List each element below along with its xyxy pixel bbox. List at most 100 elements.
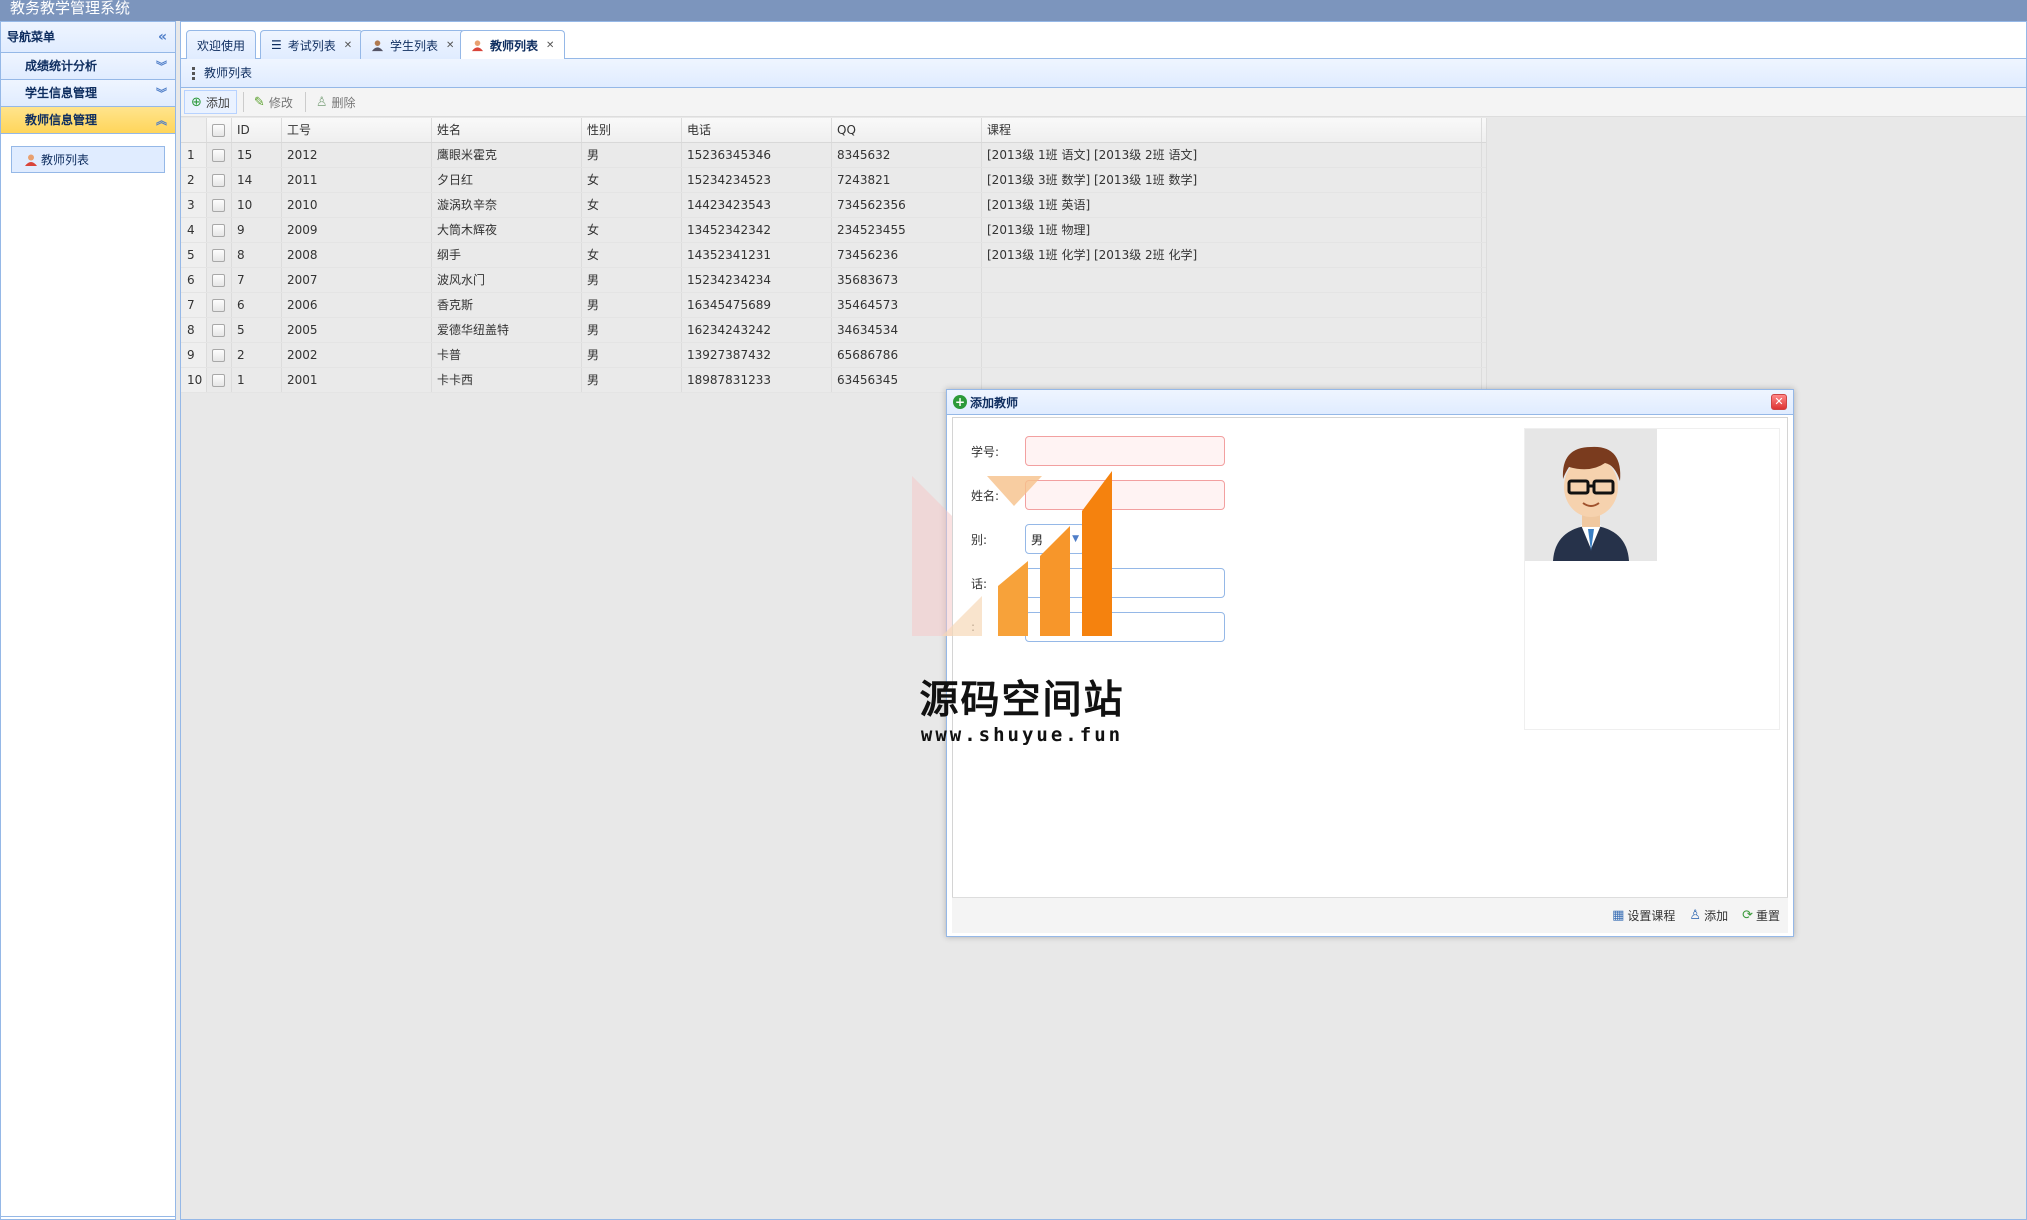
column-header-id[interactable]: ID <box>232 118 282 142</box>
tab-teacher-list[interactable]: 教师列表 ✕ <box>460 30 566 60</box>
table-row[interactable]: 4 9 2009 大筒木辉夜 女 13452342342 234523455 [… <box>181 218 1486 243</box>
form-row-phone: 话: <box>971 568 1225 598</box>
sidebar-group-label: 成绩统计分析 <box>25 59 98 73</box>
column-header-qq[interactable]: QQ <box>832 118 982 142</box>
dialog-title: 添加教师 <box>970 395 1019 410</box>
expand-icon[interactable]: ︾ <box>156 53 167 80</box>
tab-student-list[interactable]: 学生列表 ✕ <box>360 30 466 59</box>
row-checkbox[interactable] <box>207 318 232 342</box>
cell-id: 2 <box>232 343 282 367</box>
table-row[interactable]: 8 5 2005 爱德华纽盖特 男 16234243242 34634534 <box>181 318 1486 343</box>
table-row[interactable]: 2 14 2011 夕日红 女 15234234523 7243821 [201… <box>181 168 1486 193</box>
row-checkbox[interactable] <box>207 193 232 217</box>
cell-gender: 男 <box>582 268 682 292</box>
user-icon <box>471 40 484 52</box>
list-icon: ☰ <box>271 38 282 52</box>
cell-name: 爱德华纽盖特 <box>432 318 582 342</box>
table-row[interactable]: 3 10 2010 漩涡玖辛奈 女 14423423543 734562356 … <box>181 193 1486 218</box>
column-header-number[interactable]: 工号 <box>282 118 432 142</box>
cell-phone: 16234243242 <box>682 318 832 342</box>
expand-icon[interactable]: ︾ <box>156 80 167 107</box>
row-number: 7 <box>181 293 207 317</box>
sidebar-group-score-analysis[interactable]: 成绩统计分析 ︾ <box>1 53 175 80</box>
number-input[interactable] <box>1025 436 1225 466</box>
chevron-down-icon[interactable]: ▼ <box>1072 534 1079 544</box>
cell-qq: 65686786 <box>832 343 982 367</box>
cell-course: [2013级 1班 英语] <box>982 193 1482 217</box>
table-header: ID 工号 姓名 性别 电话 QQ 课程 <box>181 118 1486 143</box>
reset-button[interactable]: ⟳ 重置 <box>1742 907 1780 924</box>
row-checkbox[interactable] <box>207 268 232 292</box>
column-header-gender[interactable]: 性别 <box>582 118 682 142</box>
grip-icon <box>192 67 195 81</box>
cell-phone: 13927387432 <box>682 343 832 367</box>
row-checkbox[interactable] <box>207 143 232 167</box>
table-body: 1 15 2012 鹰眼米霍克 男 15236345346 8345632 [2… <box>181 143 1486 393</box>
column-header-name[interactable]: 姓名 <box>432 118 582 142</box>
cell-phone: 18987831233 <box>682 368 832 392</box>
cell-name: 纲手 <box>432 243 582 267</box>
tab-welcome[interactable]: 欢迎使用 <box>186 30 257 59</box>
close-icon[interactable]: ✕ <box>446 40 454 51</box>
add-button-label: 添加 <box>205 95 230 110</box>
row-checkbox[interactable] <box>207 168 232 192</box>
teacher-avatar[interactable] <box>1525 429 1657 561</box>
sidebar-group-teacher-management[interactable]: 教师信息管理 ︽ <box>1 107 175 134</box>
tab-exam-list[interactable]: ☰ 考试列表 ✕ <box>260 30 364 59</box>
tab-bar: 欢迎使用 ☰ 考试列表 ✕ 学生列表 ✕ 教师列表 ✕ <box>181 22 2026 60</box>
dialog-footer: ▦ 设置课程 ♙ 添加 ⟳ 重置 <box>952 897 1788 933</box>
add-icon: ⊕ <box>191 94 202 110</box>
column-header-phone[interactable]: 电话 <box>682 118 832 142</box>
cell-gender: 女 <box>582 193 682 217</box>
table-row[interactable]: 5 8 2008 纲手 女 14352341231 73456236 [2013… <box>181 243 1486 268</box>
sidebar: 导航菜单 « 成绩统计分析 ︾ 学生信息管理 ︾ 教师信息管理 ︽ 教师列表 <box>0 21 176 1220</box>
sidebar-item-teacher-list[interactable]: 教师列表 <box>11 146 165 173</box>
table-row[interactable]: 6 7 2007 波风水门 男 15234234234 35683673 <box>181 268 1486 293</box>
set-course-button[interactable]: ▦ 设置课程 <box>1612 907 1675 924</box>
cell-qq: 34634534 <box>832 318 982 342</box>
cell-name: 卡普 <box>432 343 582 367</box>
row-checkbox[interactable] <box>207 218 232 242</box>
sidebar-item-label: 教师列表 <box>41 153 90 167</box>
dialog-add-button[interactable]: ♙ 添加 <box>1689 907 1728 924</box>
table-row[interactable]: 7 6 2006 香克斯 男 16345475689 35464573 <box>181 293 1486 318</box>
cell-number: 2005 <box>282 318 432 342</box>
column-header-course[interactable]: 课程 <box>982 118 1482 142</box>
table-row[interactable]: 9 2 2002 卡普 男 13927387432 65686786 <box>181 343 1486 368</box>
teacher-table: ID 工号 姓名 性别 电话 QQ 课程 1 15 2012 鹰眼米霍克 男 1… <box>181 118 1487 393</box>
cell-number: 2011 <box>282 168 432 192</box>
row-checkbox[interactable] <box>207 293 232 317</box>
dialog-header: + 添加教师 ✕ <box>947 390 1793 415</box>
qq-input[interactable] <box>1025 612 1225 642</box>
number-label: 学号: <box>971 444 1000 459</box>
toolbar-separator <box>304 92 306 112</box>
cell-phone: 14423423543 <box>682 193 832 217</box>
select-all-checkbox[interactable] <box>207 118 232 142</box>
row-checkbox[interactable] <box>207 343 232 367</box>
name-input[interactable] <box>1025 480 1225 510</box>
collapse-sidebar-icon[interactable]: « <box>158 22 167 53</box>
row-checkbox[interactable] <box>207 243 232 267</box>
tab-label: 教师列表 <box>490 39 539 53</box>
edit-button[interactable]: ✎ 修改 <box>248 90 299 114</box>
cell-qq: 8345632 <box>832 143 982 167</box>
add-button[interactable]: ⊕ 添加 <box>184 90 237 114</box>
cell-course: [2013级 1班 化学] [2013级 2班 化学] <box>982 243 1482 267</box>
cell-qq: 7243821 <box>832 168 982 192</box>
cell-name: 波风水门 <box>432 268 582 292</box>
gender-label: 别: <box>971 532 988 547</box>
sidebar-group-student-management[interactable]: 学生信息管理 ︾ <box>1 80 175 107</box>
table-row[interactable]: 1 15 2012 鹰眼米霍克 男 15236345346 8345632 [2… <box>181 143 1486 168</box>
collapse-icon[interactable]: ︽ <box>156 107 167 134</box>
cell-id: 7 <box>232 268 282 292</box>
close-icon[interactable]: ✕ <box>546 40 554 51</box>
close-dialog-button[interactable]: ✕ <box>1771 394 1787 410</box>
delete-button[interactable]: ♙ 删除 <box>310 90 362 114</box>
row-checkbox[interactable] <box>207 368 232 392</box>
gender-select[interactable]: 男 ▼ <box>1025 524 1085 554</box>
close-icon[interactable]: ✕ <box>344 40 352 51</box>
cell-number: 2009 <box>282 218 432 242</box>
phone-input[interactable] <box>1025 568 1225 598</box>
cell-gender: 男 <box>582 318 682 342</box>
cell-qq: 35683673 <box>832 268 982 292</box>
